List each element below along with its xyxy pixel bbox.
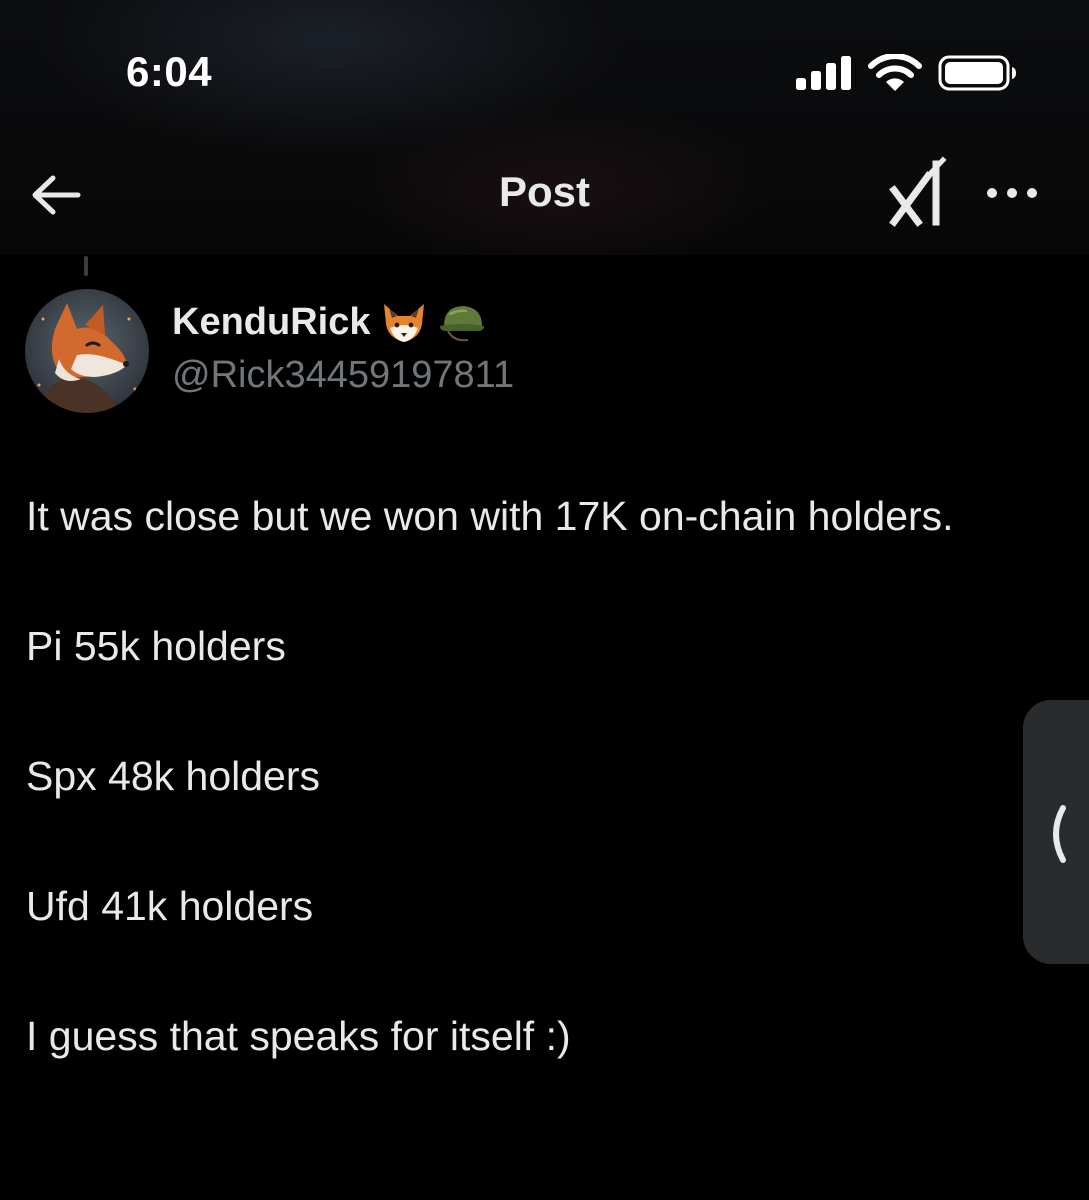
post-paragraph: Spx 48k holders (26, 753, 321, 799)
side-panel-handle[interactable] (1023, 700, 1089, 964)
more-horizontal-icon[interactable] (982, 176, 1042, 210)
thread-connector-line (84, 256, 88, 276)
military-helmet-emoji-icon (440, 306, 485, 342)
chevron-left-icon (1053, 805, 1066, 863)
post-paragraph: Ufd 41k holders (26, 883, 314, 929)
wifi-icon (868, 54, 922, 91)
post-paragraph: It was close but we won with 17K on-chai… (26, 493, 954, 539)
post-body: It was close but we won with 17K on-chai… (26, 484, 986, 1134)
post-paragraph: I guess that speaks for itself :) (26, 1013, 571, 1059)
author-name-text: KenduRick (172, 300, 371, 343)
battery-icon (938, 55, 1016, 91)
author-handle[interactable]: @Rick34459197811 (172, 354, 514, 397)
grok-icon[interactable] (888, 156, 956, 228)
post-paragraph: Pi 55k holders (26, 623, 286, 669)
status-bar-time: 6:04 (126, 48, 213, 95)
fox-avatar-image (25, 289, 149, 413)
author-name[interactable]: KenduRick (172, 300, 486, 344)
fox-emoji-icon (384, 304, 425, 342)
author-avatar[interactable] (25, 289, 149, 413)
cellular-signal-icon (796, 56, 851, 90)
